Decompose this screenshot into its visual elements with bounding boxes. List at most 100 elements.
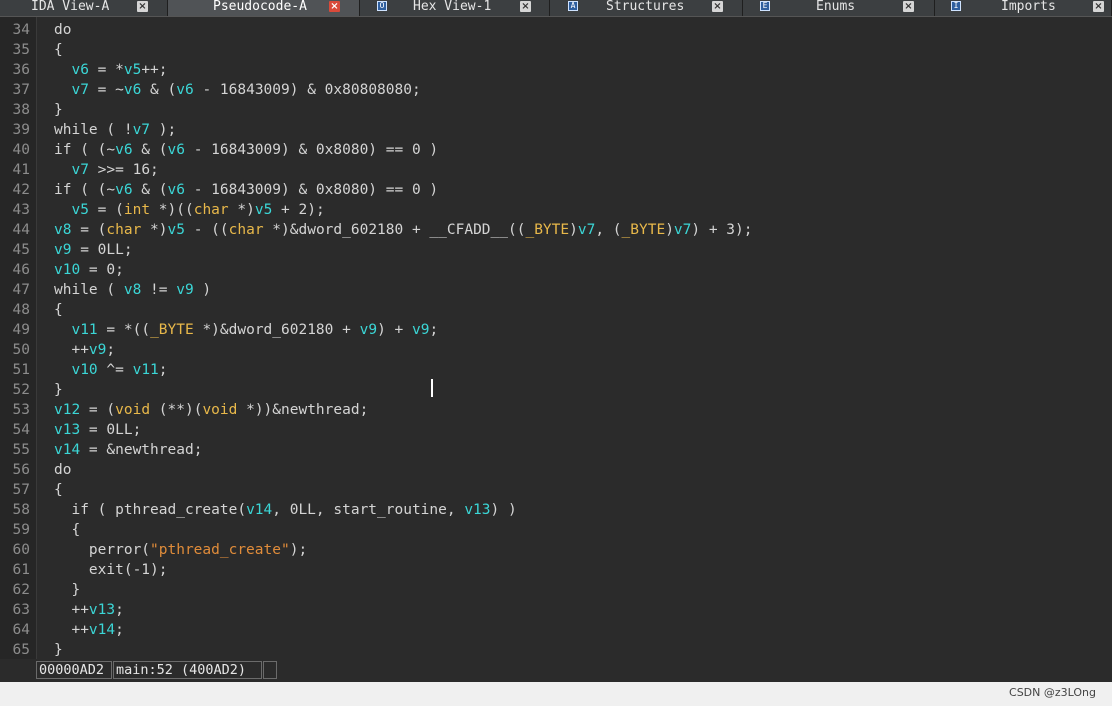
code-variable[interactable]: v8 bbox=[54, 222, 71, 238]
code-line: 64 ++v14; bbox=[0, 620, 1112, 640]
code-token: (**)( bbox=[150, 402, 203, 418]
code-token: ; bbox=[106, 342, 116, 358]
line-number: 54 bbox=[12, 422, 30, 438]
code-variable[interactable]: v5 bbox=[71, 202, 88, 218]
tab-imports[interactable]: I Imports × bbox=[935, 0, 1112, 16]
code-variable[interactable]: v6 bbox=[115, 142, 132, 158]
code-token: = ( bbox=[88, 202, 124, 218]
code-token: ) bbox=[193, 282, 212, 298]
code-token: } bbox=[54, 582, 81, 598]
code-variable[interactable]: v6 bbox=[176, 82, 193, 98]
code-line: 65} bbox=[0, 640, 1112, 659]
code-text: ++v9; bbox=[54, 340, 115, 360]
code-line: 49 v11 = *((_BYTE *)&dword_602180 + v9) … bbox=[0, 320, 1112, 340]
code-variable[interactable]: v9 bbox=[89, 342, 106, 358]
code-variable[interactable]: v8 bbox=[124, 282, 141, 298]
code-variable[interactable]: v6 bbox=[168, 182, 185, 198]
code-type: _BYTE bbox=[621, 222, 666, 238]
code-variable[interactable]: v14 bbox=[246, 502, 272, 518]
line-number: 58 bbox=[12, 502, 30, 518]
close-icon[interactable]: × bbox=[1093, 1, 1104, 12]
code-token: ; bbox=[158, 362, 168, 378]
line-number: 64 bbox=[12, 622, 30, 638]
code-variable[interactable]: v7 bbox=[133, 122, 150, 138]
code-variable[interactable]: v5 bbox=[255, 202, 272, 218]
code-variable[interactable]: v11 bbox=[71, 322, 97, 338]
code-variable[interactable]: v7 bbox=[71, 82, 88, 98]
code-variable[interactable]: v5 bbox=[168, 222, 185, 238]
code-text: { bbox=[54, 520, 80, 540]
code-variable[interactable]: v14 bbox=[54, 442, 80, 458]
code-line: 56 do bbox=[0, 460, 1112, 480]
code-variable[interactable]: v9 bbox=[412, 322, 429, 338]
status-extra bbox=[263, 661, 277, 679]
code-token: *) bbox=[228, 202, 255, 218]
code-line: 37 v7 = ~v6 & (v6 - 16843009) & 0x808080… bbox=[0, 80, 1112, 100]
code-token: *))&newthread; bbox=[237, 402, 369, 418]
line-number: 37 bbox=[12, 82, 30, 98]
code-variable[interactable]: v6 bbox=[168, 142, 185, 158]
code-variable[interactable]: v9 bbox=[360, 322, 377, 338]
tab-label: Pseudocode-A bbox=[213, 0, 307, 14]
code-variable[interactable]: v9 bbox=[176, 282, 193, 298]
code-text: { bbox=[54, 40, 63, 60]
tab-label: Enums bbox=[816, 0, 856, 14]
code-token: = 0LL; bbox=[71, 242, 133, 258]
code-token: } bbox=[54, 382, 63, 398]
code-token: - 16843009) & 0x8080) == 0 ) bbox=[184, 142, 439, 158]
code-text: if ( pthread_create(v14, 0LL, start_rout… bbox=[54, 500, 516, 520]
code-line: 41 v7 >>= 16; bbox=[0, 160, 1112, 180]
line-number: 57 bbox=[12, 482, 30, 498]
code-line: 46 v10 = 0; bbox=[0, 260, 1112, 280]
code-variable[interactable]: v7 bbox=[578, 222, 595, 238]
tab-pseudocode-a[interactable]: Pseudocode-A × bbox=[168, 0, 360, 16]
code-type: char bbox=[228, 222, 264, 238]
code-line: 45 v9 = 0LL; bbox=[0, 240, 1112, 260]
code-variable[interactable]: v5 bbox=[124, 62, 141, 78]
code-variable[interactable]: v9 bbox=[54, 242, 71, 258]
tab-ida-view-a[interactable]: IDA View-A × bbox=[0, 0, 168, 16]
code-token: ++ bbox=[54, 602, 89, 618]
code-variable[interactable]: v6 bbox=[115, 182, 132, 198]
code-text: do bbox=[54, 460, 71, 480]
code-variable[interactable]: v6 bbox=[124, 82, 141, 98]
close-icon[interactable]: × bbox=[712, 1, 723, 12]
line-number: 40 bbox=[12, 142, 30, 158]
code-variable[interactable]: v14 bbox=[89, 622, 115, 638]
code-type: void bbox=[202, 402, 238, 418]
tab-hex-view-1[interactable]: O Hex View-1 × bbox=[360, 0, 550, 16]
code-type: void bbox=[115, 402, 151, 418]
tab-enums[interactable]: E Enums × bbox=[743, 0, 935, 16]
tab-label: IDA View-A bbox=[31, 0, 110, 14]
line-number: 41 bbox=[12, 162, 30, 178]
code-variable[interactable]: v11 bbox=[133, 362, 159, 378]
code-token: perror( bbox=[54, 542, 151, 558]
code-line: 57 { bbox=[0, 480, 1112, 500]
code-token: ++ bbox=[54, 622, 89, 638]
code-variable[interactable]: v13 bbox=[54, 422, 80, 438]
close-icon[interactable]: × bbox=[520, 1, 531, 12]
code-variable[interactable]: v12 bbox=[54, 402, 80, 418]
code-variable[interactable]: v7 bbox=[674, 222, 691, 238]
code-variable[interactable]: v10 bbox=[71, 362, 97, 378]
pseudocode-view[interactable]: 34 do 35{36 v6 = *v5++; 37 v7 = ~v6 & (v6 -… bbox=[0, 17, 1112, 659]
code-variable[interactable]: v13 bbox=[464, 502, 490, 518]
tab-structures[interactable]: A Structures × bbox=[550, 0, 743, 16]
line-number: 48 bbox=[12, 302, 30, 318]
code-variable[interactable]: v6 bbox=[71, 62, 88, 78]
code-variable[interactable]: v13 bbox=[89, 602, 115, 618]
code-line: 62 } bbox=[0, 580, 1112, 600]
code-token: = ( bbox=[71, 222, 107, 238]
close-icon[interactable]: × bbox=[903, 1, 914, 12]
code-variable[interactable]: v7 bbox=[71, 162, 88, 178]
code-token: = ( bbox=[80, 402, 116, 418]
line-number: 42 bbox=[12, 182, 30, 198]
code-line: 34 do bbox=[0, 20, 1112, 40]
close-icon[interactable]: × bbox=[137, 1, 148, 12]
code-variable[interactable]: v10 bbox=[54, 262, 80, 278]
close-icon[interactable]: × bbox=[329, 1, 340, 12]
code-token: while ( bbox=[54, 282, 124, 298]
code-token: if ( (~ bbox=[54, 182, 116, 198]
